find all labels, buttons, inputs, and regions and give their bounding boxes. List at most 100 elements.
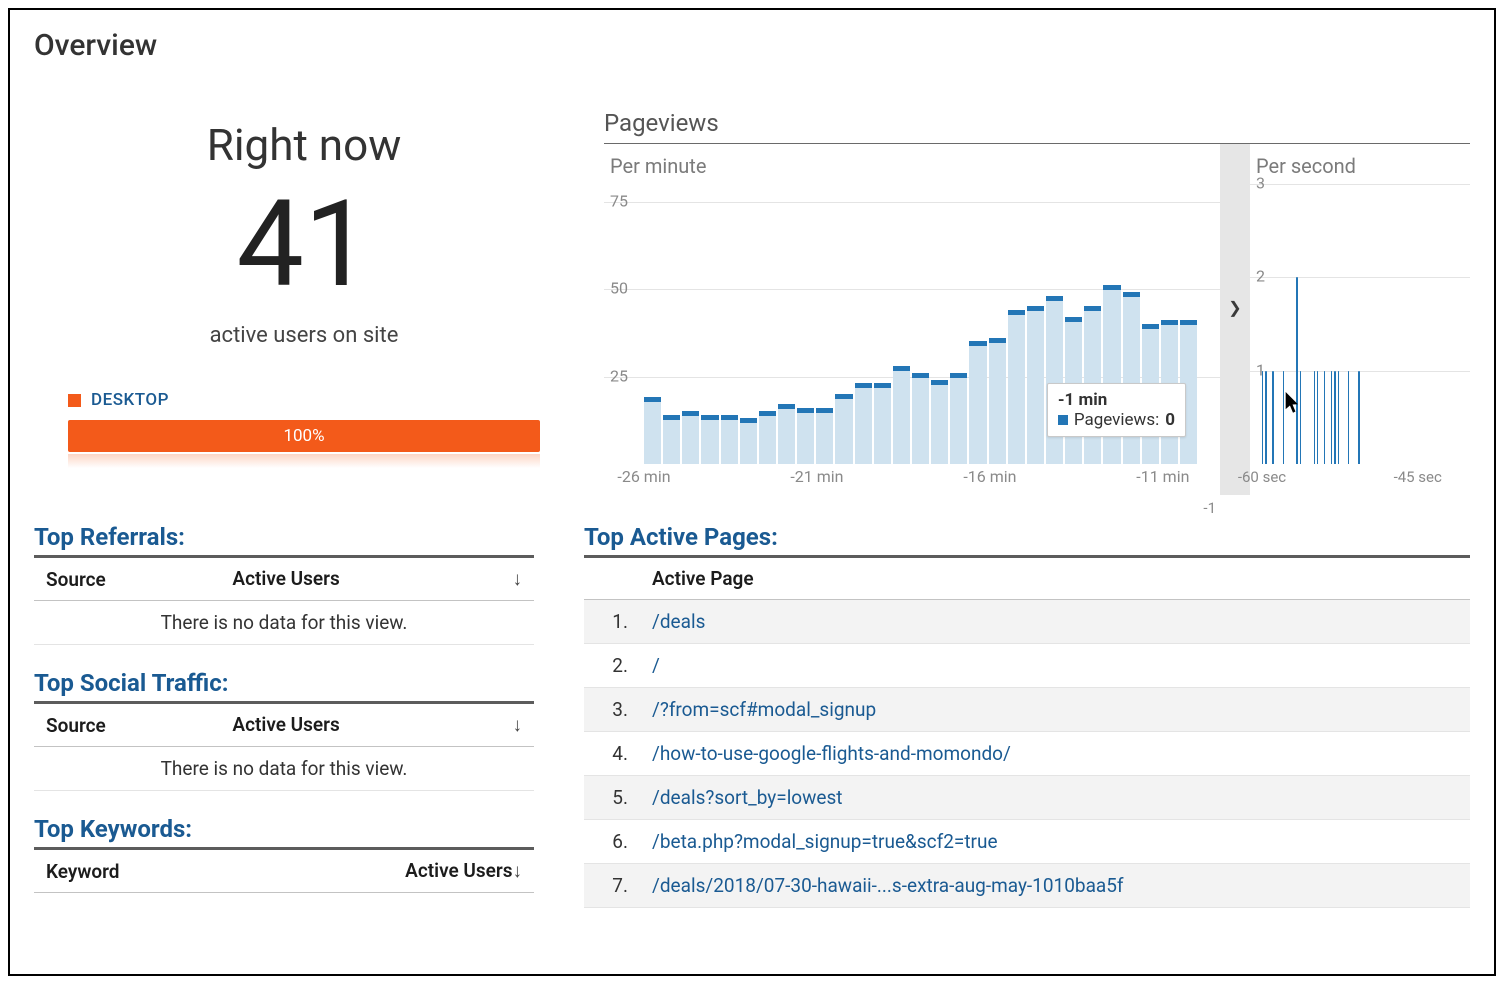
active-page-path[interactable]: / [640, 644, 1470, 688]
active-page-path[interactable]: /deals [640, 600, 1470, 644]
per-minute-bar[interactable] [1027, 310, 1044, 464]
top-active-pages-title: Top Active Pages: [584, 523, 1470, 551]
table-row[interactable]: 4./how-to-use-google-flights-and-momondo… [584, 732, 1470, 776]
table-row[interactable]: 7./deals/2018/07-30-hawaii-...s-extra-au… [584, 864, 1470, 908]
top-social-title: Top Social Traffic: [34, 669, 534, 697]
per-second-bar[interactable] [1262, 371, 1263, 464]
per-minute-bar[interactable] [816, 412, 833, 465]
referrals-col-active[interactable]: Active Users↓ [220, 557, 534, 601]
social-empty: There is no data for this view. [34, 747, 534, 791]
table-row[interactable]: 5./deals?sort_by=lowest [584, 776, 1470, 820]
per-second-bar[interactable] [1331, 371, 1332, 464]
tooltip-metric-label: Pageviews: [1074, 410, 1159, 430]
active-page-path[interactable]: /how-to-use-google-flights-and-momondo/ [640, 732, 1470, 776]
per-minute-bar[interactable] [740, 422, 757, 464]
per-second-bar[interactable] [1338, 371, 1339, 464]
active-pages-col-index [584, 557, 640, 600]
per-second-bar[interactable] [1283, 371, 1284, 464]
per-second-bar[interactable] [1358, 371, 1359, 464]
per-minute-label: Per minute [604, 144, 1220, 178]
right-now-panel: Right now 41 active users on site DESKTO… [34, 109, 574, 495]
active-page-path[interactable]: /beta.php?modal_signup=true&scf2=true [640, 820, 1470, 864]
social-col-active[interactable]: Active Users↓ [220, 703, 534, 747]
per-second-bar[interactable] [1296, 277, 1297, 464]
per-minute-bar[interactable] [759, 415, 776, 464]
per-minute-bar[interactable] [797, 412, 814, 465]
active-page-path[interactable]: /deals/2018/07-30-hawaii-...s-extra-aug-… [640, 864, 1470, 908]
per-second-bar[interactable] [1334, 371, 1335, 464]
per-minute-bar[interactable] [701, 419, 718, 465]
x-tick-label: -60 sec [1238, 468, 1286, 486]
per-minute-bar[interactable] [1008, 314, 1025, 465]
tooltip-value: 0 [1165, 410, 1175, 430]
x-tick-label: -11 min [1136, 467, 1189, 486]
active-page-path[interactable]: /?from=scf#modal_signup [640, 688, 1470, 732]
top-keywords-title: Top Keywords: [34, 815, 534, 843]
per-second-bar[interactable] [1314, 371, 1315, 464]
y-tick-label: 25 [610, 366, 628, 385]
per-second-bar[interactable] [1317, 371, 1318, 464]
sort-desc-icon[interactable]: ↓ [513, 567, 523, 591]
per-second-chart[interactable]: Per second 123 -60 sec-45 sec [1250, 144, 1470, 495]
per-minute-bar[interactable] [950, 377, 967, 465]
per-minute-bar[interactable] [874, 387, 891, 464]
per-minute-bar[interactable] [893, 370, 910, 465]
per-minute-bar[interactable] [721, 419, 738, 465]
per-minute-bar[interactable] [778, 408, 795, 464]
per-minute-bar[interactable] [989, 342, 1006, 465]
per-minute-bar[interactable] [1046, 300, 1063, 465]
per-second-bar[interactable] [1300, 371, 1301, 464]
social-col-source[interactable]: Source [34, 703, 220, 747]
table-row[interactable]: 1./deals [584, 600, 1470, 644]
active-pages-col-page[interactable]: Active Page [640, 557, 1470, 600]
top-social-panel: Top Social Traffic: Source Active Users↓… [34, 669, 534, 791]
table-row[interactable]: 3./?from=scf#modal_signup [584, 688, 1470, 732]
x-tick-label: -26 min [617, 467, 670, 486]
page-title: Overview [10, 10, 1494, 69]
row-index: 4. [584, 732, 640, 776]
top-referrals-title: Top Referrals: [34, 523, 534, 551]
per-second-bar[interactable] [1324, 371, 1325, 464]
chart-divider[interactable]: ❯ [1220, 144, 1250, 495]
x-tick-label: -45 sec [1394, 468, 1442, 486]
per-minute-bar[interactable] [663, 419, 680, 465]
row-index: 7. [584, 864, 640, 908]
chevron-right-icon[interactable]: ❯ [1228, 298, 1241, 317]
top-active-pages-panel: Top Active Pages: Active Page 1./deals2.… [584, 523, 1470, 908]
per-second-bar[interactable] [1265, 371, 1266, 464]
per-minute-bar[interactable] [912, 377, 929, 465]
sort-desc-icon[interactable]: ↓ [513, 713, 523, 737]
x-tick-label: -16 min [963, 467, 1016, 486]
per-minute-bar[interactable] [835, 398, 852, 465]
row-index: 6. [584, 820, 640, 864]
table-row[interactable]: 6./beta.php?modal_signup=true&scf2=true [584, 820, 1470, 864]
keywords-col-active[interactable]: Active Users ↓ [239, 849, 534, 893]
per-minute-bar[interactable] [855, 387, 872, 464]
per-second-bar[interactable] [1348, 371, 1349, 464]
bar-reflection [68, 454, 540, 468]
row-index: 5. [584, 776, 640, 820]
per-minute-bar[interactable] [1123, 296, 1140, 464]
device-segment: DESKTOP 100% [34, 390, 574, 468]
per-minute-bar[interactable] [969, 345, 986, 464]
per-minute-chart[interactable]: Per minute 255075 -26 min-21 min-16 min-… [604, 144, 1220, 495]
per-minute-bar[interactable] [644, 401, 661, 464]
top-referrals-panel: Top Referrals: Source Active Users↓ Ther… [34, 523, 534, 645]
active-users-count: 41 [34, 179, 574, 311]
per-minute-bar[interactable] [1103, 289, 1120, 464]
per-minute-bar[interactable] [682, 415, 699, 464]
pageviews-panel: Pageviews Per minute 255075 -26 min-21 m… [604, 109, 1470, 495]
referrals-col-source[interactable]: Source [34, 557, 220, 601]
active-page-path[interactable]: /deals?sort_by=lowest [640, 776, 1470, 820]
y-tick-label: 50 [610, 279, 628, 298]
keywords-col-keyword[interactable]: Keyword [34, 849, 239, 893]
sort-desc-icon[interactable]: ↓ [513, 859, 523, 883]
right-now-heading: Right now [34, 119, 574, 171]
table-row[interactable]: 2./ [584, 644, 1470, 688]
per-minute-bar[interactable] [931, 384, 948, 465]
per-second-bar[interactable] [1272, 371, 1273, 464]
y-tick-label: 75 [610, 191, 628, 210]
row-index: 2. [584, 644, 640, 688]
row-index: 3. [584, 688, 640, 732]
tooltip-color-icon [1058, 415, 1068, 425]
